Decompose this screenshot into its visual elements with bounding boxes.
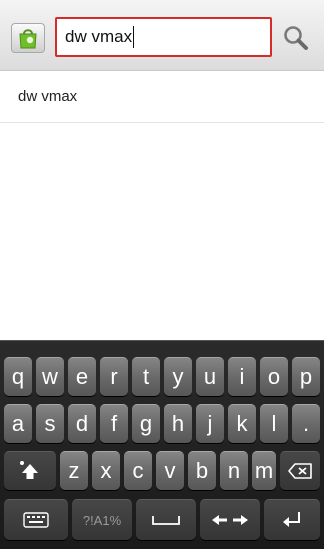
key-a[interactable]: a bbox=[4, 404, 32, 443]
cursor-arrows-icon bbox=[212, 515, 248, 525]
suggestion-item[interactable]: dw vmax bbox=[0, 71, 324, 123]
search-input[interactable]: dw vmax bbox=[55, 17, 272, 57]
key-period[interactable]: . bbox=[292, 404, 320, 443]
key-d[interactable]: d bbox=[68, 404, 96, 443]
key-p[interactable]: p bbox=[292, 357, 320, 396]
shift-arrow-icon bbox=[20, 461, 38, 479]
market-bag-icon[interactable] bbox=[11, 23, 45, 53]
key-e[interactable]: e bbox=[68, 357, 96, 396]
key-k[interactable]: k bbox=[228, 404, 256, 443]
suggestion-list-empty-area bbox=[0, 124, 324, 340]
key-j[interactable]: j bbox=[196, 404, 224, 443]
key-o[interactable]: o bbox=[260, 357, 288, 396]
key-s[interactable]: s bbox=[36, 404, 64, 443]
key-f[interactable]: f bbox=[100, 404, 128, 443]
space-bar-icon bbox=[152, 516, 180, 525]
key-b[interactable]: b bbox=[188, 451, 216, 490]
key-l[interactable]: l bbox=[260, 404, 288, 443]
space-key[interactable] bbox=[136, 499, 196, 540]
key-r[interactable]: r bbox=[100, 357, 128, 396]
key-y[interactable]: y bbox=[164, 357, 192, 396]
symbols-key[interactable]: ?!A1% bbox=[72, 499, 132, 540]
search-button[interactable] bbox=[277, 19, 315, 57]
key-x[interactable]: x bbox=[92, 451, 120, 490]
search-bar: dw vmax bbox=[0, 0, 324, 71]
key-z[interactable]: z bbox=[60, 451, 88, 490]
keyboard-settings-icon bbox=[23, 512, 49, 528]
key-t[interactable]: t bbox=[132, 357, 160, 396]
key-i[interactable]: i bbox=[228, 357, 256, 396]
enter-key[interactable] bbox=[264, 499, 320, 540]
key-q[interactable]: q bbox=[4, 357, 32, 396]
shift-key[interactable] bbox=[4, 451, 56, 490]
search-query-text: dw vmax bbox=[65, 27, 133, 46]
search-icon bbox=[284, 26, 308, 50]
settings-key[interactable] bbox=[4, 499, 68, 540]
backspace-icon bbox=[288, 463, 312, 479]
key-g[interactable]: g bbox=[132, 404, 160, 443]
key-n[interactable]: n bbox=[220, 451, 248, 490]
key-v[interactable]: v bbox=[156, 451, 184, 490]
key-u[interactable]: u bbox=[196, 357, 224, 396]
text-cursor bbox=[133, 26, 135, 48]
delete-key[interactable] bbox=[280, 451, 320, 490]
key-m[interactable]: m bbox=[252, 451, 276, 490]
key-c[interactable]: c bbox=[124, 451, 152, 490]
key-h[interactable]: h bbox=[164, 404, 192, 443]
enter-icon bbox=[283, 512, 300, 527]
cursor-key[interactable] bbox=[200, 499, 260, 540]
suggestion-label: dw vmax bbox=[18, 88, 78, 105]
soft-keyboard: q w e r t y u i o p a s d f g h j k l . … bbox=[0, 340, 324, 549]
key-w[interactable]: w bbox=[36, 357, 64, 396]
